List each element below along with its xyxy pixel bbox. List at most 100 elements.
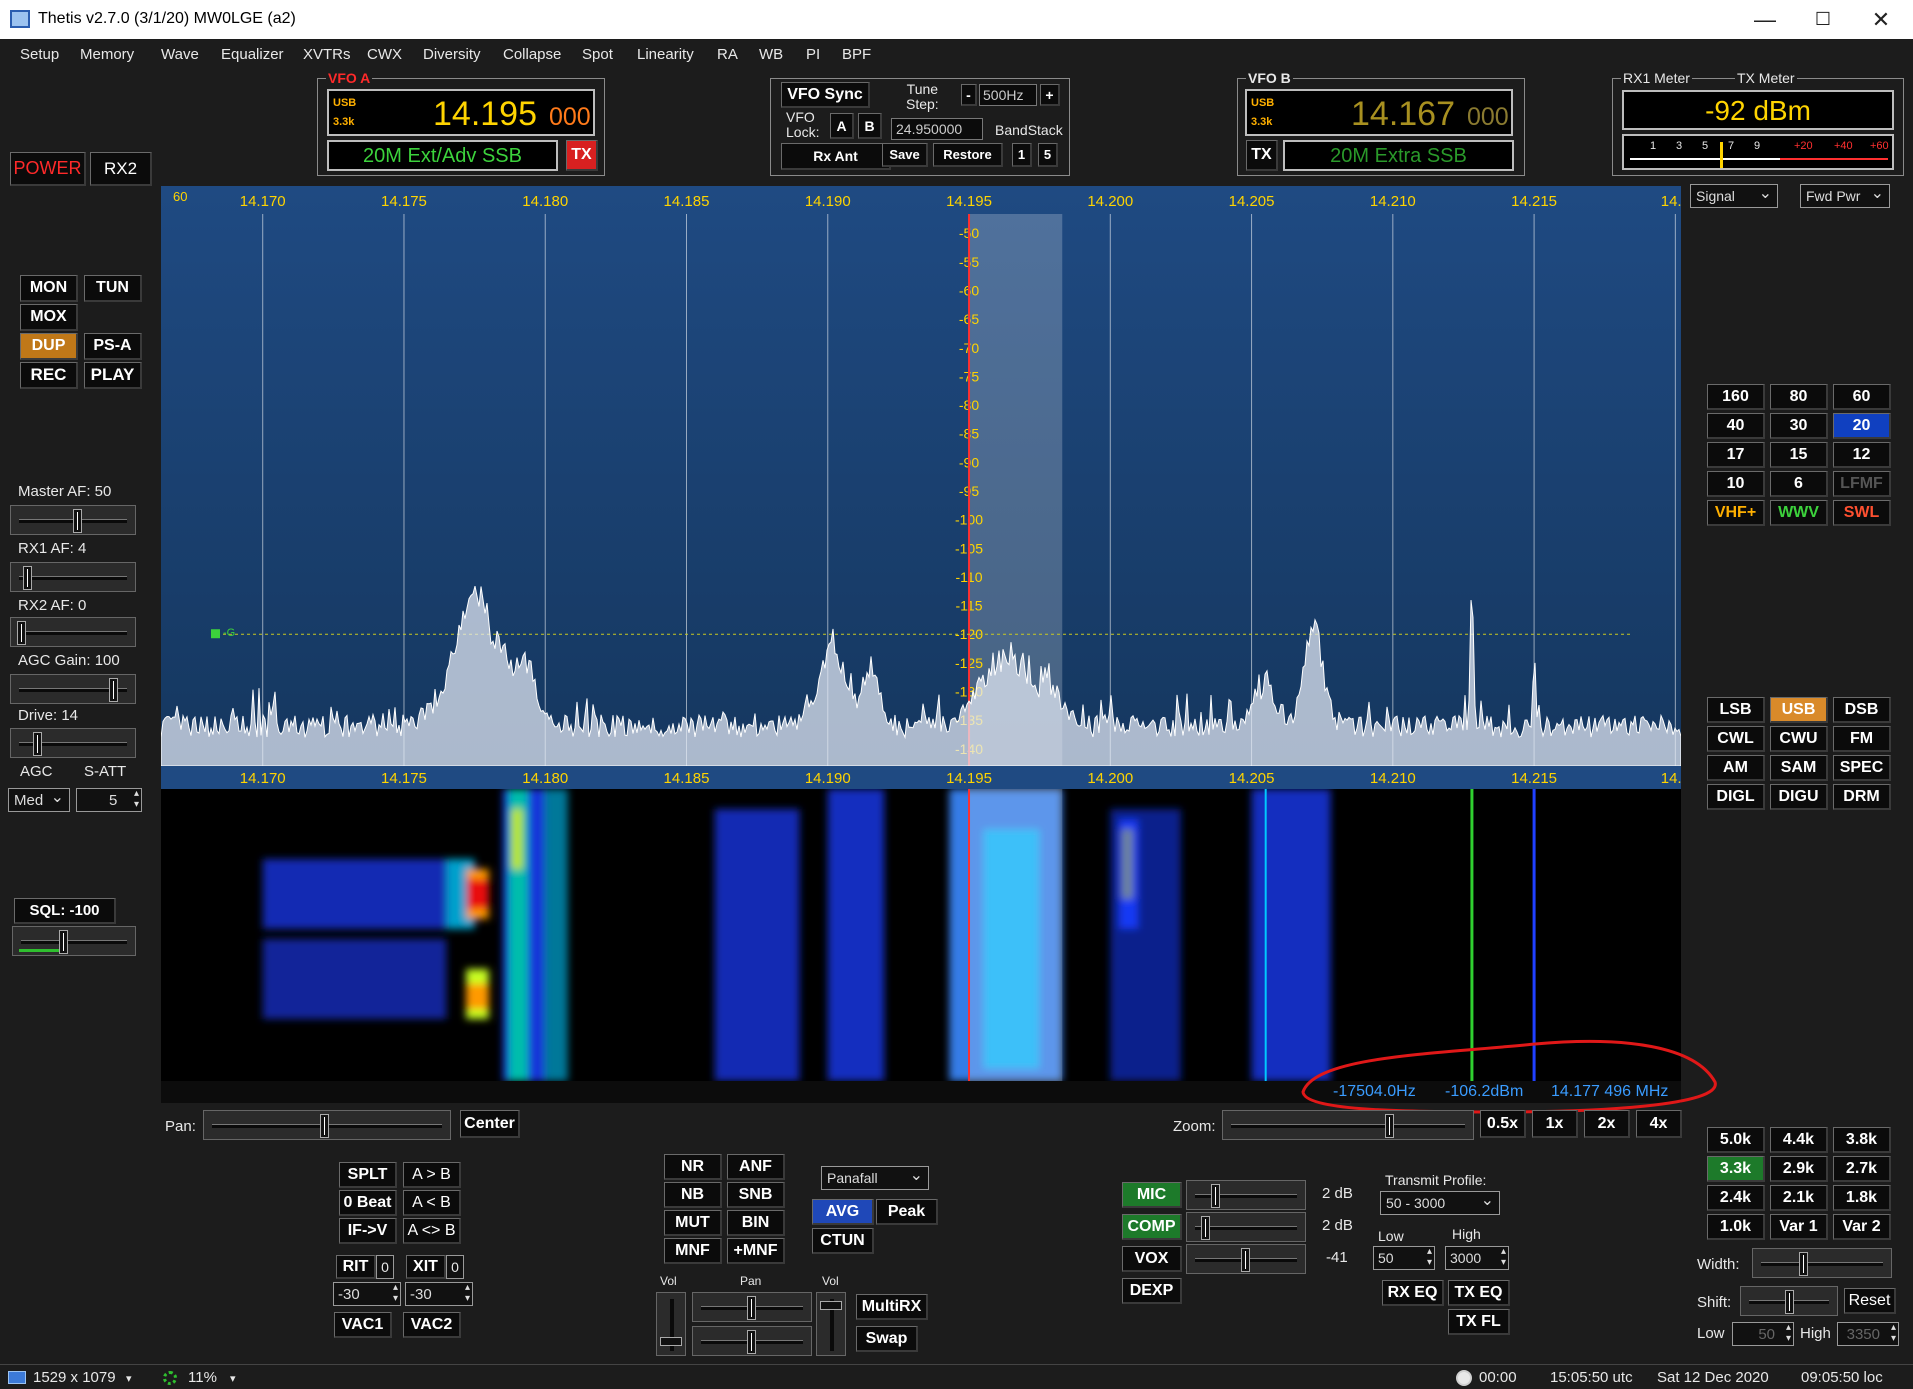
tun-button[interactable]: TUN: [84, 275, 142, 302]
filter-button-var-2[interactable]: Var 2: [1833, 1214, 1891, 1240]
rx-eq-button[interactable]: RX EQ: [1382, 1280, 1444, 1306]
band-button-12[interactable]: 12: [1833, 442, 1891, 468]
filter-button-var-1[interactable]: Var 1: [1770, 1214, 1828, 1240]
bandstack-save-button[interactable]: Save: [882, 143, 928, 167]
display-mode-select[interactable]: Panafall: [821, 1165, 929, 1190]
band-button-20[interactable]: 20: [1833, 413, 1891, 439]
mode-button-lsb[interactable]: LSB: [1707, 697, 1765, 723]
avg-button[interactable]: AVG: [812, 1199, 874, 1225]
mode-button-cwl[interactable]: CWL: [1707, 726, 1765, 752]
tx-eq-button[interactable]: TX EQ: [1448, 1280, 1510, 1306]
rx1-pan-slider[interactable]: [692, 1292, 812, 1322]
filter-high-spinner[interactable]: 3350: [1837, 1322, 1899, 1346]
rec-button[interactable]: REC: [20, 362, 78, 389]
mode-button-digu[interactable]: DIGU: [1770, 784, 1828, 810]
mon-button[interactable]: MON: [20, 275, 78, 302]
pan-slider[interactable]: [203, 1110, 451, 1140]
rx2-vol-slider[interactable]: [816, 1292, 846, 1356]
tx-meter-mode-select[interactable]: Fwd Pwr: [1800, 183, 1890, 208]
filter-button-5-0k[interactable]: 5.0k: [1707, 1127, 1765, 1153]
zoom-4x-button[interactable]: 4x: [1636, 1110, 1682, 1138]
dexp-button[interactable]: DEXP: [1122, 1278, 1182, 1304]
rit-button[interactable]: RIT: [336, 1255, 376, 1279]
vox-slider[interactable]: [1186, 1244, 1306, 1274]
band-button-160[interactable]: 160: [1707, 384, 1765, 410]
rx2-af-slider[interactable]: [10, 617, 136, 647]
menu-bpf[interactable]: BPF: [842, 46, 871, 63]
b-to-a-button[interactable]: A < B: [403, 1190, 461, 1216]
filter-button-2-9k[interactable]: 2.9k: [1770, 1156, 1828, 1182]
play-button[interactable]: PLAY: [84, 362, 142, 389]
band-button-lfmf[interactable]: LFMF: [1833, 471, 1891, 497]
split-button[interactable]: SPLT: [339, 1162, 397, 1188]
vfo-lock-b-button[interactable]: B: [858, 113, 882, 139]
s-att-spinner[interactable]: 5: [76, 788, 142, 812]
band-button-60[interactable]: 60: [1833, 384, 1891, 410]
mode-button-usb[interactable]: USB: [1770, 697, 1828, 723]
band-button-wwv[interactable]: WWV: [1770, 500, 1828, 526]
filter-reset-button[interactable]: Reset: [1844, 1288, 1896, 1314]
vfo-lock-a-button[interactable]: A: [830, 113, 854, 139]
anf-button[interactable]: ANF: [727, 1154, 785, 1180]
resolution-status[interactable]: 1529 x 1079: [33, 1369, 116, 1386]
vfo-b-display[interactable]: USB 3.3k 14.167 000: [1245, 89, 1513, 136]
rx2-button[interactable]: RX2: [90, 152, 152, 186]
agc-mode-select[interactable]: Med: [8, 787, 70, 812]
band-button-15[interactable]: 15: [1770, 442, 1828, 468]
filter-button-1-8k[interactable]: 1.8k: [1833, 1185, 1891, 1211]
tx-fl-button[interactable]: TX FL: [1448, 1309, 1510, 1335]
mode-button-drm[interactable]: DRM: [1833, 784, 1891, 810]
filter-button-3-3k[interactable]: 3.3k: [1707, 1156, 1765, 1182]
vfo-a-tx-button[interactable]: TX: [566, 140, 598, 171]
mut-button[interactable]: MUT: [664, 1210, 722, 1236]
cpu-status[interactable]: 11%: [188, 1369, 217, 1386]
mic-button[interactable]: MIC: [1122, 1182, 1182, 1208]
snb-button[interactable]: SNB: [727, 1182, 785, 1208]
band-button-vhf-[interactable]: VHF+: [1707, 500, 1765, 526]
mox-button[interactable]: MOX: [20, 304, 78, 331]
band-button-swl[interactable]: SWL: [1833, 500, 1891, 526]
menu-diversity[interactable]: Diversity: [423, 46, 481, 63]
dup-button[interactable]: DUP: [20, 333, 78, 360]
zoom-slider[interactable]: [1222, 1110, 1474, 1140]
band-button-80[interactable]: 80: [1770, 384, 1828, 410]
maximize-button[interactable]: ☐: [1794, 0, 1852, 39]
bin-button[interactable]: BIN: [727, 1210, 785, 1236]
a-to-b-button[interactable]: A > B: [403, 1162, 461, 1188]
close-button[interactable]: ✕: [1852, 0, 1910, 39]
mnf-button[interactable]: MNF: [664, 1238, 722, 1264]
rx-meter-mode-select[interactable]: Signal: [1690, 183, 1778, 208]
filter-low-spinner[interactable]: 50: [1732, 1322, 1794, 1346]
filter-button-2-1k[interactable]: 2.1k: [1770, 1185, 1828, 1211]
mode-button-am[interactable]: AM: [1707, 755, 1765, 781]
vox-button[interactable]: VOX: [1122, 1246, 1182, 1272]
xit-offset-spinner[interactable]: -30: [405, 1282, 473, 1306]
vfo-sync-button[interactable]: VFO Sync: [781, 82, 870, 108]
mic-gain-slider[interactable]: [1186, 1180, 1306, 1210]
zoom-2x-button[interactable]: 2x: [1584, 1110, 1630, 1138]
filter-button-4-4k[interactable]: 4.4k: [1770, 1127, 1828, 1153]
master-af-slider[interactable]: [10, 505, 136, 535]
a-swap-b-button[interactable]: A <> B: [403, 1218, 461, 1244]
zero-beat-button[interactable]: 0 Beat: [339, 1190, 397, 1216]
peak-button[interactable]: Peak: [876, 1199, 938, 1225]
tx-high-spinner[interactable]: 3000: [1445, 1246, 1509, 1270]
rx2-pan-slider[interactable]: [692, 1326, 812, 1356]
vac1-button[interactable]: VAC1: [334, 1312, 392, 1338]
agc-gain-slider[interactable]: [10, 674, 136, 704]
power-button[interactable]: POWER: [10, 152, 86, 186]
menu-pi[interactable]: PI: [806, 46, 820, 63]
menu-ra[interactable]: RA: [717, 46, 738, 63]
ctun-button[interactable]: CTUN: [812, 1228, 874, 1254]
rx-ant-button[interactable]: Rx Ant: [781, 143, 891, 170]
vfo-a-display[interactable]: USB 3.3k 14.195 000: [327, 89, 595, 136]
bandstack-5-button[interactable]: 5: [1038, 143, 1058, 167]
rx1-vol-slider[interactable]: [656, 1292, 686, 1356]
filter-width-slider[interactable]: [1752, 1248, 1892, 1278]
plus-mnf-button[interactable]: +MNF: [727, 1238, 785, 1264]
band-button-10[interactable]: 10: [1707, 471, 1765, 497]
bandstack-1-button[interactable]: 1: [1012, 143, 1032, 167]
mode-button-digl[interactable]: DIGL: [1707, 784, 1765, 810]
menu-wave[interactable]: Wave: [161, 46, 199, 63]
menu-wb[interactable]: WB: [759, 46, 783, 63]
